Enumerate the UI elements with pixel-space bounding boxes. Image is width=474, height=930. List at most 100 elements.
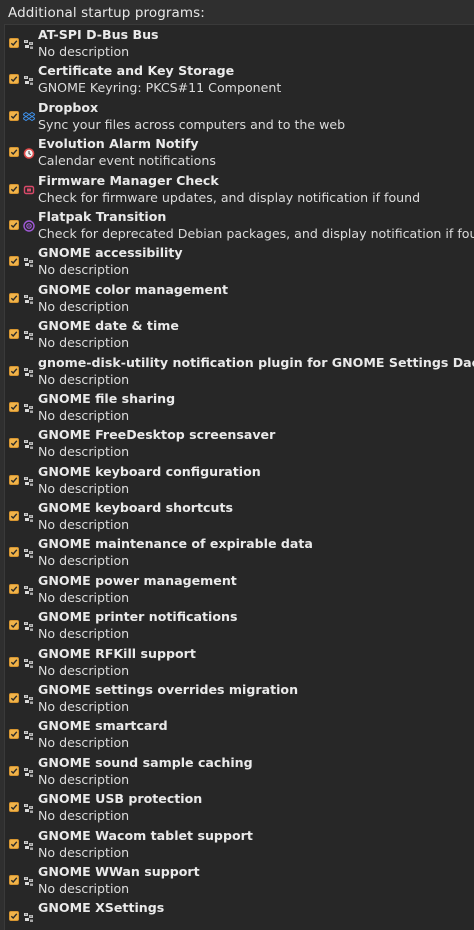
program-name: GNOME settings overrides migration — [38, 682, 299, 698]
enable-checkbox[interactable] — [9, 729, 19, 740]
generic-executable-icon — [23, 253, 35, 268]
list-item[interactable]: GNOME maintenance of expirable data No de… — [5, 534, 474, 570]
program-name: GNOME color management — [38, 281, 229, 297]
program-name: GNOME keyboard configuration — [38, 463, 261, 479]
enable-checkbox[interactable] — [9, 765, 19, 776]
enable-checkbox[interactable] — [9, 511, 19, 522]
generic-executable-icon — [23, 290, 35, 304]
generic-executable-icon — [23, 836, 35, 850]
generic-executable-icon — [23, 435, 35, 450]
startup-programs-list[interactable]: AT-SPI D-Bus Bus No description Certificat… — [4, 24, 474, 930]
enable-checkbox[interactable] — [9, 74, 19, 85]
list-item[interactable]: GNOME color management No description — [5, 280, 474, 316]
list-item[interactable]: GNOME XSettings — [5, 898, 474, 930]
program-description: GNOME Keyring: PKCS#11 Component — [38, 80, 282, 96]
program-name: GNOME accessibility — [38, 245, 183, 261]
list-item[interactable]: GNOME printer notifications No descriptio… — [5, 607, 474, 643]
generic-executable-icon — [23, 872, 35, 886]
enable-checkbox[interactable] — [9, 38, 19, 48]
program-description: Check for firmware updates, and display … — [38, 189, 421, 205]
program-name: GNOME printer notifications — [38, 609, 238, 625]
program-description: Check for deprecated Debian packages, an… — [38, 225, 474, 241]
program-description: No description — [38, 407, 130, 423]
enable-checkbox[interactable] — [9, 147, 19, 158]
enable-checkbox[interactable] — [9, 219, 19, 230]
enable-checkbox[interactable] — [9, 547, 19, 558]
list-item[interactable]: GNOME sound sample caching No description — [5, 753, 474, 789]
list-item[interactable]: GNOME settings overrides migration No des… — [5, 680, 474, 716]
generic-executable-icon — [23, 544, 35, 559]
program-name: GNOME RFKill support — [38, 645, 196, 661]
program-description: No description — [38, 880, 130, 896]
list-item[interactable]: Flatpak Transition Check for deprecated D… — [5, 207, 474, 243]
program-description: No description — [38, 335, 130, 351]
enable-checkbox[interactable] — [9, 911, 19, 922]
program-description: No description — [38, 44, 130, 59]
program-name: gnome-disk-utility notification plugin f… — [38, 354, 474, 370]
enable-checkbox[interactable] — [9, 583, 19, 594]
list-item[interactable]: GNOME WWan support No description — [5, 862, 474, 898]
list-item[interactable]: GNOME USB protection No description — [5, 789, 474, 825]
enable-checkbox[interactable] — [9, 292, 19, 303]
generic-executable-icon — [23, 617, 35, 632]
program-description: No description — [38, 480, 130, 496]
program-name: GNOME FreeDesktop screensaver — [38, 427, 276, 443]
enable-checkbox[interactable] — [9, 874, 19, 885]
enable-checkbox[interactable] — [9, 802, 19, 813]
enable-checkbox[interactable] — [9, 110, 19, 121]
list-item[interactable]: GNOME keyboard configuration No descripti… — [5, 462, 474, 498]
program-description: No description — [38, 735, 130, 751]
program-description: No description — [38, 844, 130, 860]
list-item[interactable]: gnome-disk-utility notification plugin f… — [5, 353, 474, 389]
program-description: No description — [38, 553, 130, 569]
program-name: GNOME power management — [38, 572, 237, 588]
enable-checkbox[interactable] — [9, 656, 19, 667]
list-item[interactable]: Dropbox Sync your files across computers … — [5, 98, 474, 134]
enable-checkbox[interactable] — [9, 329, 19, 340]
generic-executable-icon — [23, 581, 35, 595]
enable-checkbox[interactable] — [9, 183, 19, 194]
generic-executable-icon — [23, 35, 35, 49]
list-item[interactable]: GNOME power management No description — [5, 571, 474, 607]
program-name: GNOME smartcard — [38, 718, 168, 734]
program-description: No description — [38, 808, 130, 824]
generic-executable-icon — [23, 763, 35, 777]
enable-checkbox[interactable] — [9, 401, 19, 412]
generic-executable-icon — [23, 654, 35, 668]
program-name: Evolution Alarm Notify — [38, 136, 199, 152]
enable-checkbox[interactable] — [9, 620, 19, 631]
generic-executable-icon — [23, 326, 35, 341]
program-description: No description — [38, 626, 130, 642]
flatpak-icon — [23, 217, 35, 232]
list-item[interactable]: AT-SPI D-Bus Bus No description — [5, 25, 474, 61]
program-name: Flatpak Transition — [38, 208, 167, 224]
program-description: No description — [38, 371, 130, 387]
enable-checkbox[interactable] — [9, 365, 19, 376]
enable-checkbox[interactable] — [9, 693, 19, 704]
enable-checkbox[interactable] — [9, 838, 19, 849]
list-item[interactable]: GNOME FreeDesktop screensaver No descript… — [5, 425, 474, 461]
list-item[interactable]: GNOME accessibility No description — [5, 243, 474, 279]
enable-checkbox[interactable] — [9, 256, 19, 267]
program-name: GNOME WWan support — [38, 863, 200, 879]
list-item[interactable]: GNOME smartcard No description — [5, 716, 474, 752]
list-item[interactable]: Certificate and Key Storage GNOME Keyring… — [5, 61, 474, 97]
program-name: AT-SPI D-Bus Bus — [38, 27, 159, 42]
program-name: Dropbox — [38, 99, 99, 115]
enable-checkbox[interactable] — [9, 438, 19, 449]
list-item[interactable]: GNOME RFKill support No description — [5, 644, 474, 680]
program-description: No description — [38, 589, 130, 605]
list-item[interactable]: GNOME keyboard shortcuts No description — [5, 498, 474, 534]
list-item[interactable]: Firmware Manager Check Check for firmware… — [5, 171, 474, 207]
program-name: GNOME keyboard shortcuts — [38, 500, 233, 516]
generic-executable-icon — [23, 690, 35, 705]
list-item[interactable]: GNOME file sharing No description — [5, 389, 474, 425]
list-item[interactable]: GNOME date & time No description — [5, 316, 474, 352]
program-description: Calendar event notifications — [38, 153, 216, 169]
program-description: No description — [38, 517, 130, 533]
section-title: Additional startup programs: — [8, 5, 205, 21]
list-item[interactable]: Evolution Alarm Notify Calendar event not… — [5, 134, 474, 170]
generic-executable-icon — [23, 399, 35, 413]
list-item[interactable]: GNOME Wacom tablet support No description — [5, 826, 474, 862]
enable-checkbox[interactable] — [9, 474, 19, 485]
